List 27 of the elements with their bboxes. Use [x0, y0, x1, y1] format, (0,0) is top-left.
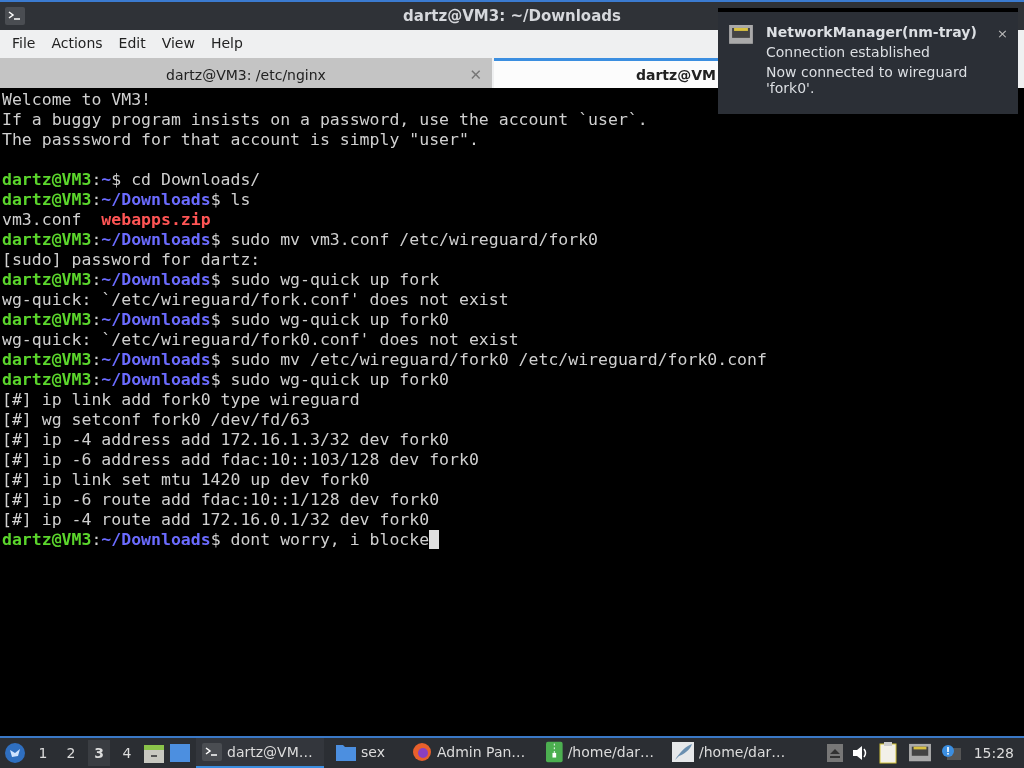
file-name: webapps.zip [101, 210, 211, 229]
prompt-line: dartz@VM3:~/Downloads$ sudo mv vm3.conf /etc/wireguard/fork0 [2, 230, 599, 249]
prompt-line: dartz@VM3:~$ cd Downloads/ [2, 170, 261, 189]
terminal-output-line: wg-quick: `/etc/wireguard/fork.conf' does not exist [2, 290, 509, 309]
notification-title: NetworkManager(nm-tray) [766, 24, 978, 40]
prompt-line: dartz@VM3:~/Downloads$ dont worry, i blocke [2, 530, 430, 549]
terminal-output-line: [#] ip link add fork0 type wireguard [2, 390, 360, 409]
prompt-line: dartz@VM3:~/Downloads$ ls [2, 190, 251, 209]
terminal-output-line: [#] wg setconf fork0 /dev/fd/63 [2, 410, 310, 429]
file-name: vm3.conf [2, 210, 82, 229]
prompt-line: dartz@VM3:~/Downloads$ sudo mv /etc/wireguard/fork0 /etc/wireguard/fork0.conf [2, 350, 767, 369]
terminal-output-line: If a buggy program insists on a password, use the account `user`. [2, 110, 648, 129]
notification-summary: Connection established [766, 44, 931, 60]
terminal-output-line: [sudo] password for dartz: [2, 250, 261, 269]
window-title: dartz@VM3: ~/Downloads [402, 7, 622, 25]
notification-body: Now connected to wireguard 'fork0'. [766, 64, 969, 96]
terminal-output-line: [#] ip -6 address add fdac:10::103/128 dev fork0 [2, 450, 479, 469]
prompt-line: dartz@VM3:~/Downloads$ sudo wg-quick up fork0 [2, 310, 450, 329]
terminal-output-line: [#] ip link set mtu 1420 up dev fork0 [2, 470, 370, 489]
prompt-line: dartz@VM3:~/Downloads$ sudo wg-quick up fork [2, 270, 440, 289]
terminal-output-line: [#] ip -4 route add 172.16.0.1/32 dev fork0 [2, 510, 430, 529]
terminal-output-line: [#] ip -6 route add fdac:10::1/128 dev fork0 [2, 490, 440, 509]
prompt-line: dartz@VM3:~/Downloads$ sudo wg-quick up fork0 [2, 370, 450, 389]
terminal-output-line: Welcome to VM3! [2, 90, 151, 109]
terminal-output-line: wg-quick: `/etc/wireguard/fork0.conf' does not exist [2, 330, 519, 349]
terminal-output-line: The passsword for that account is simply "user". [2, 130, 479, 149]
terminal-output-line: [#] ip -4 address add 172.16.1.3/32 dev fork0 [2, 430, 450, 449]
